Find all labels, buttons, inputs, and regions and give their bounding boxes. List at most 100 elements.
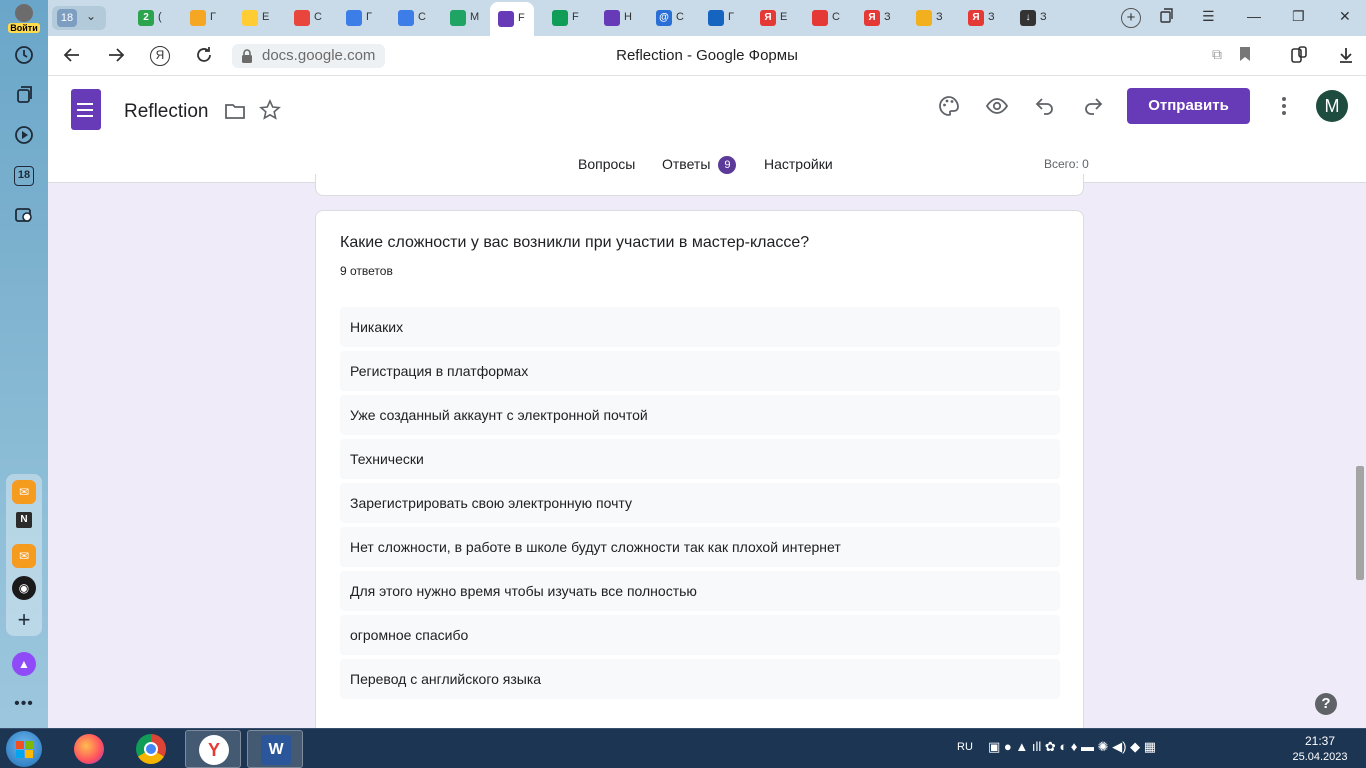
browser-tab[interactable]: С — [804, 6, 844, 30]
screenshot-icon[interactable] — [12, 204, 36, 228]
login-button[interactable]: Войти — [6, 4, 42, 34]
bookmark-icon[interactable] — [1234, 46, 1256, 67]
browser-tab[interactable]: ↓ З — [1012, 6, 1052, 30]
back-icon[interactable] — [61, 46, 83, 69]
browser-tab[interactable]: F — [490, 2, 534, 36]
browser-tab[interactable]: Г — [700, 6, 740, 30]
browser-tab[interactable]: @ С — [648, 6, 688, 30]
alice-assistant-icon[interactable]: ▲ — [12, 652, 36, 676]
add-app-icon[interactable]: + — [12, 608, 36, 632]
taskbar-yandex-browser[interactable]: Y — [185, 730, 241, 768]
preview-eye-icon[interactable] — [985, 94, 1009, 118]
browser-tab[interactable]: ЯЗ — [856, 6, 896, 30]
browser-tab[interactable]: Г — [338, 6, 378, 30]
browser-tab[interactable]: З — [908, 6, 948, 30]
taskbar-firefox[interactable] — [61, 730, 117, 768]
taskbar-chrome[interactable] — [123, 730, 179, 768]
help-icon[interactable]: ? — [1315, 693, 1337, 715]
close-button[interactable]: ✕ — [1339, 8, 1351, 25]
response-count: 9 ответов — [340, 264, 393, 278]
tab-favicon-icon: Я — [864, 10, 880, 26]
word-icon: W — [261, 735, 291, 765]
mail-app-icon[interactable]: ✉ — [12, 480, 36, 504]
alice-app-icon[interactable]: ◉ — [12, 576, 36, 600]
tray-icons[interactable]: ▣ ● ▲ ıll ✿ ◐ ♦ ▬ ✺ ◀) ◆ ▦ — [988, 739, 1156, 755]
yandex-icon[interactable]: Я — [149, 46, 171, 66]
response-item: Зарегистрировать свою электронную почту — [340, 483, 1060, 523]
tab-settings[interactable]: Настройки — [764, 156, 833, 172]
mail-app-icon-2[interactable]: ✉ — [12, 544, 36, 568]
tab-label: F — [518, 12, 525, 24]
login-label: Войти — [8, 23, 40, 33]
browser-tab[interactable]: Н — [596, 6, 636, 30]
response-item: Уже созданный аккаунт с электронной почт… — [340, 395, 1060, 435]
answers-list: Никаких Регистрация в платформах Уже созда… — [340, 307, 1060, 703]
folder-icon[interactable] — [224, 100, 248, 124]
start-button[interactable] — [6, 731, 42, 767]
tab-label: З — [988, 11, 995, 23]
tab-responses-label: Ответы — [662, 156, 711, 172]
restore-button[interactable]: ❐ — [1292, 8, 1305, 25]
history-icon[interactable] — [12, 44, 36, 68]
form-title[interactable]: Reflection — [124, 101, 209, 123]
translate-icon[interactable]: ⧉ — [1206, 46, 1228, 63]
scrollbar-thumb[interactable] — [1356, 466, 1364, 580]
tab-favicon-icon: @ — [656, 10, 672, 26]
browser-tab[interactable]: Г — [182, 6, 222, 30]
more-icon[interactable]: ••• — [12, 692, 36, 716]
browser-tab[interactable]: М — [442, 6, 482, 30]
tabs-overview-icon[interactable] — [1158, 8, 1174, 27]
notion-app-icon[interactable]: N — [16, 512, 32, 528]
chevron-down-icon: ⌄ — [86, 9, 97, 23]
tab-label: ( — [158, 11, 162, 23]
tab-label: М — [470, 11, 480, 23]
more-vert-icon[interactable] — [1272, 94, 1296, 118]
calendar-icon[interactable]: 18 — [12, 164, 36, 188]
language-indicator[interactable]: RU — [957, 741, 973, 753]
tab-favicon-icon — [498, 11, 514, 27]
system-clock[interactable]: 21:37 25.04.2023 — [1284, 733, 1356, 765]
star-icon[interactable] — [259, 99, 283, 123]
browser-tab[interactable]: С — [390, 6, 430, 30]
tab-label: З — [936, 11, 943, 23]
play-icon[interactable] — [12, 124, 36, 148]
tab-favicon-icon — [552, 10, 568, 26]
response-item: Регистрация в платформах — [340, 351, 1060, 391]
new-tab-button[interactable]: + — [1121, 8, 1141, 28]
tab-label: Г — [210, 11, 216, 23]
palette-icon[interactable] — [937, 94, 961, 118]
forms-header: Reflection Отправить М Вопросы Ответы 9 Н… — [48, 76, 1366, 183]
google-forms-logo[interactable] — [71, 89, 101, 130]
browser-tab[interactable]: ЯЕ — [752, 6, 792, 30]
tab-label: С — [314, 11, 322, 23]
tab-label: С — [418, 11, 426, 23]
browser-tab[interactable]: Е — [234, 6, 274, 30]
tab-responses[interactable]: Ответы 9 — [662, 156, 737, 174]
page-scrollbar[interactable] — [1354, 183, 1366, 728]
browser-tab[interactable]: С — [286, 6, 326, 30]
collections-icon[interactable] — [12, 84, 36, 108]
extensions-icon[interactable] — [1288, 46, 1310, 69]
tab-favicon-icon — [450, 10, 466, 26]
response-item: Никаких — [340, 307, 1060, 347]
tab-questions[interactable]: Вопросы — [578, 156, 635, 172]
redo-icon[interactable] — [1081, 94, 1105, 118]
menu-icon[interactable]: ☰ — [1202, 8, 1215, 25]
address-bar-row: Я docs.google.com Reflection - Google Фо… — [48, 36, 1366, 76]
send-button[interactable]: Отправить — [1127, 88, 1250, 124]
tab-favicon-icon — [604, 10, 620, 26]
browser-tab[interactable]: F — [544, 6, 584, 30]
taskbar-word[interactable]: W — [247, 730, 303, 768]
undo-icon[interactable] — [1033, 94, 1057, 118]
browser-tab[interactable]: 2( — [130, 6, 170, 30]
tab-label: Е — [780, 11, 788, 23]
forward-icon[interactable] — [105, 46, 127, 69]
minimize-button[interactable]: — — [1247, 8, 1261, 24]
browser-tab[interactable]: ЯЗ — [960, 6, 1000, 30]
downloads-icon[interactable] — [1335, 46, 1357, 69]
tab-group[interactable]: 18 ⌄ — [52, 6, 106, 30]
reload-icon[interactable] — [193, 46, 215, 69]
account-avatar[interactable]: М — [1316, 90, 1348, 122]
tab-label: З — [1040, 11, 1047, 23]
url-field[interactable]: docs.google.com — [232, 44, 386, 68]
